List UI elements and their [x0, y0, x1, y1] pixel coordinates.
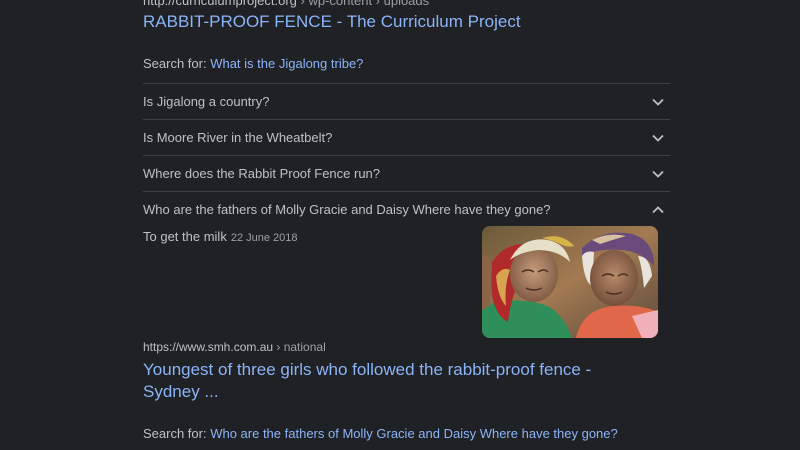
- paa-question-row[interactable]: Is Jigalong a country?: [143, 83, 670, 119]
- search-for-query-link[interactable]: What is the Jigalong tribe?: [210, 56, 363, 71]
- paa-question-row-expanded[interactable]: Who are the fathers of Molly Gracie and …: [143, 191, 670, 227]
- citation-path: › wp-content › uploads: [296, 0, 430, 8]
- search-results-page: http://curriculumproject.org › wp-conten…: [0, 0, 800, 450]
- paa-question-text: Is Jigalong a country?: [143, 94, 270, 109]
- result-title-link[interactable]: Youngest of three girls who followed the…: [143, 359, 643, 403]
- result-title-link[interactable]: RABBIT-PROOF FENCE - The Curriculum Proj…: [143, 11, 521, 33]
- paa-question-text: Is Moore River in the Wheatbelt?: [143, 130, 333, 145]
- paa-question-text: Who are the fathers of Molly Gracie and …: [143, 202, 551, 217]
- people-also-ask-list: Is Jigalong a country? Is Moore River in…: [143, 83, 670, 227]
- answer-thumbnail-image[interactable]: [482, 226, 658, 338]
- search-for-suggestion: Search for: Who are the fathers of Molly…: [143, 426, 618, 441]
- result-citation: https://www.smh.com.au › national: [143, 340, 326, 354]
- search-for-query-link[interactable]: Who are the fathers of Molly Gracie and …: [210, 426, 618, 441]
- search-for-label: Search for:: [143, 426, 211, 441]
- citation-path: › national: [273, 340, 326, 354]
- chevron-up-icon[interactable]: [650, 202, 666, 218]
- paa-answer-snippet: To get the milk 22 June 2018: [143, 229, 298, 244]
- citation-domain: http://curriculumproject.org: [143, 0, 297, 8]
- chevron-down-icon[interactable]: [650, 130, 666, 146]
- answer-text: To get the milk: [143, 229, 227, 244]
- result-citation: http://curriculumproject.org › wp-conten…: [143, 0, 429, 8]
- paa-question-row[interactable]: Where does the Rabbit Proof Fence run?: [143, 155, 670, 191]
- citation-domain: https://www.smh.com.au: [143, 340, 274, 354]
- paa-question-row[interactable]: Is Moore River in the Wheatbelt?: [143, 119, 670, 155]
- paa-question-text: Where does the Rabbit Proof Fence run?: [143, 166, 381, 181]
- chevron-down-icon[interactable]: [650, 166, 666, 182]
- answer-date: 22 June 2018: [230, 232, 298, 244]
- search-for-label: Search for:: [143, 56, 211, 71]
- search-for-suggestion: Search for: What is the Jigalong tribe?: [143, 56, 363, 71]
- chevron-down-icon[interactable]: [650, 94, 666, 110]
